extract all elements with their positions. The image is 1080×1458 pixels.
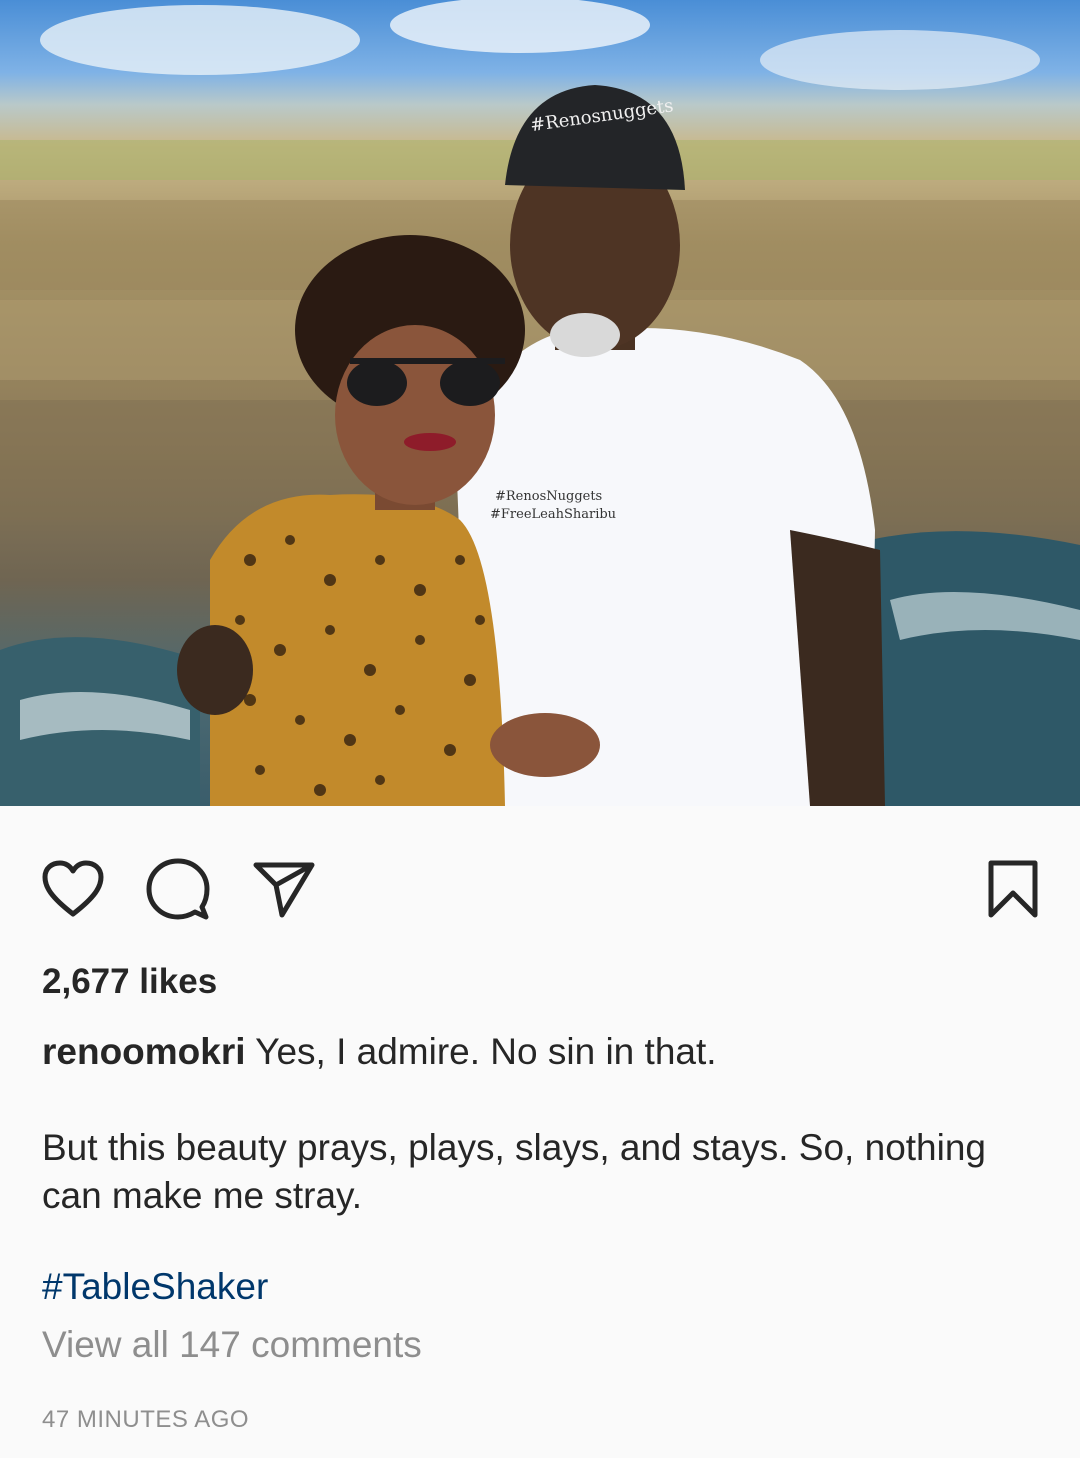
like-button[interactable] — [38, 854, 108, 924]
comment-button[interactable] — [143, 854, 213, 924]
bookmark-icon — [988, 860, 1038, 918]
post-photo[interactable]: #Renosnuggets #RenosNuggets #FreeLeahSha… — [0, 0, 1080, 806]
caption-text-line2: But this beauty prays, plays, slays, and… — [42, 1127, 987, 1216]
photo-illustration: #Renosnuggets #RenosNuggets #FreeLeahSha… — [0, 0, 1080, 806]
hashtag-link[interactable]: #TableShaker — [42, 1266, 268, 1308]
post-timestamp: 47 MINUTES AGO — [42, 1406, 250, 1433]
share-button[interactable] — [249, 854, 319, 924]
post-caption: renoomokri Yes, I admire. No sin in that… — [42, 1028, 1042, 1220]
caption-username[interactable]: renoomokri — [42, 1031, 246, 1072]
svg-text:#RenosNuggets: #RenosNuggets — [495, 489, 602, 504]
likes-count[interactable]: 2,677 likes — [42, 962, 217, 1002]
send-icon — [253, 862, 315, 918]
post-actions-bar — [0, 806, 1080, 956]
save-button[interactable] — [978, 854, 1048, 924]
svg-text:#FreeLeahSharibu: #FreeLeahSharibu — [490, 507, 616, 522]
view-all-comments-link[interactable]: View all 147 comments — [42, 1324, 422, 1366]
caption-text-line1: Yes, I admire. No sin in that. — [255, 1031, 717, 1072]
comment-icon — [146, 858, 210, 920]
heart-icon — [42, 860, 104, 917]
